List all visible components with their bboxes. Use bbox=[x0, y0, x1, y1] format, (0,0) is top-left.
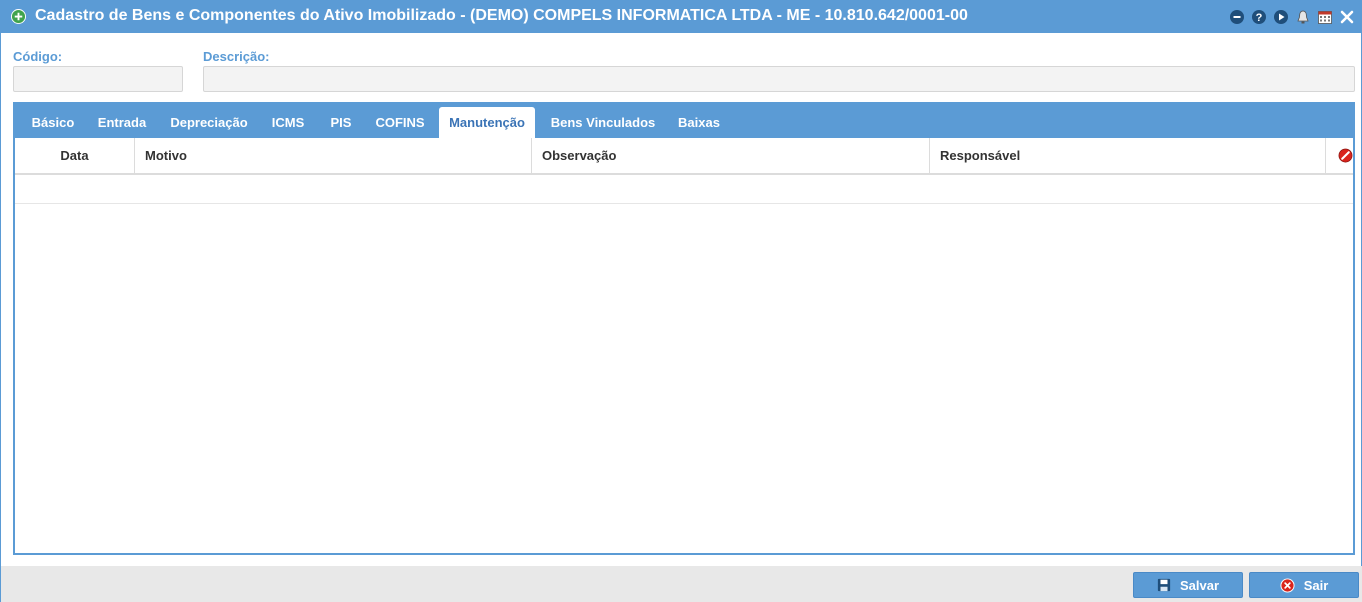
codigo-label: Código: bbox=[13, 49, 63, 64]
tab-basico[interactable]: Básico bbox=[21, 107, 85, 138]
tab-manutencao[interactable]: Manutenção bbox=[439, 107, 535, 138]
tab-bar: Básico Entrada Depreciação ICMS PIS COFI… bbox=[15, 104, 1353, 138]
column-header-motivo[interactable]: Motivo bbox=[135, 138, 532, 173]
tab-pis[interactable]: PIS bbox=[321, 107, 361, 138]
tab-baixas[interactable]: Baixas bbox=[671, 107, 727, 138]
add-circle-icon bbox=[11, 9, 26, 24]
exit-button[interactable]: Sair bbox=[1249, 572, 1359, 598]
column-header-data[interactable]: Data bbox=[15, 138, 135, 173]
minimize-icon[interactable] bbox=[1229, 9, 1245, 25]
close-icon[interactable] bbox=[1339, 9, 1355, 25]
grid-header: Data Motivo Observação Responsável bbox=[15, 138, 1353, 175]
footer-bar: Salvar Sair bbox=[1, 566, 1362, 602]
floppy-disk-icon bbox=[1157, 578, 1171, 592]
tab-icms[interactable]: ICMS bbox=[263, 107, 313, 138]
bell-icon[interactable] bbox=[1295, 9, 1311, 25]
column-header-responsavel[interactable]: Responsável bbox=[930, 138, 1326, 173]
save-button[interactable]: Salvar bbox=[1133, 572, 1243, 598]
descricao-input[interactable] bbox=[203, 66, 1355, 92]
exit-icon bbox=[1280, 577, 1295, 593]
table-row[interactable] bbox=[15, 175, 1353, 204]
play-icon[interactable] bbox=[1273, 9, 1289, 25]
codigo-input[interactable] bbox=[13, 66, 183, 92]
title-toolbar: ? bbox=[1229, 8, 1355, 25]
title-bar: Cadastro de Bens e Componentes do Ativo … bbox=[1, 0, 1362, 33]
column-header-observacao[interactable]: Observação bbox=[532, 138, 930, 173]
window: Cadastro de Bens e Componentes do Ativo … bbox=[0, 0, 1362, 602]
delete-row-icon[interactable] bbox=[1338, 148, 1353, 163]
save-button-label: Salvar bbox=[1179, 577, 1220, 593]
window-title: Cadastro de Bens e Componentes do Ativo … bbox=[35, 7, 968, 24]
help-icon[interactable]: ? bbox=[1251, 9, 1267, 25]
svg-text:?: ? bbox=[1256, 12, 1263, 24]
tab-bens-vinculados[interactable]: Bens Vinculados bbox=[541, 107, 665, 138]
tab-depreciacao[interactable]: Depreciação bbox=[161, 107, 257, 138]
calendar-icon[interactable] bbox=[1317, 9, 1333, 25]
descricao-label: Descrição: bbox=[203, 49, 270, 64]
exit-button-label: Sair bbox=[1303, 577, 1329, 593]
tab-entrada[interactable]: Entrada bbox=[87, 107, 157, 138]
tabs-panel: Básico Entrada Depreciação ICMS PIS COFI… bbox=[13, 102, 1355, 555]
tab-cofins[interactable]: COFINS bbox=[367, 107, 433, 138]
